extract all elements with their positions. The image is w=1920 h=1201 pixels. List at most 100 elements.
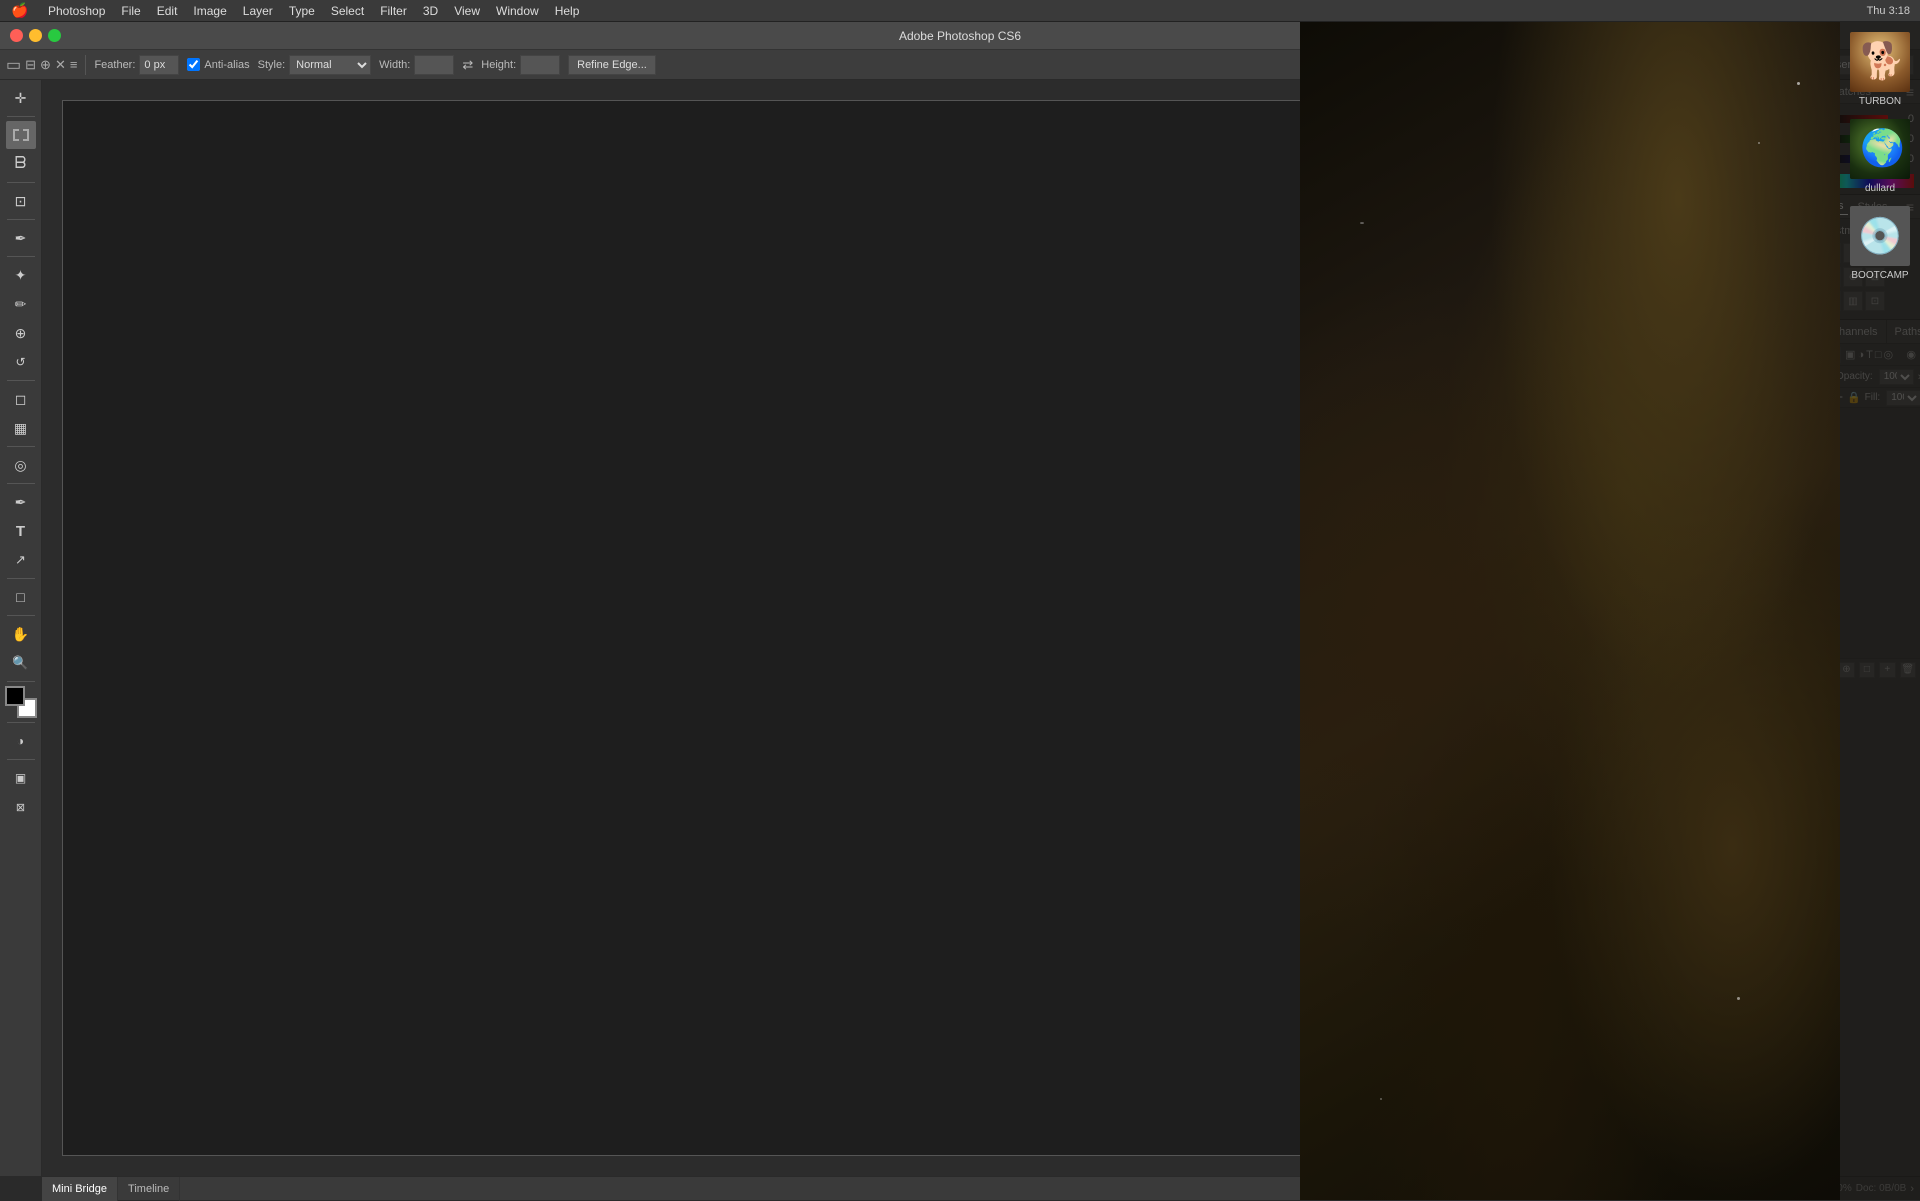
menu-photoshop[interactable]: Photoshop [40, 0, 113, 22]
dullard-image [1850, 119, 1910, 179]
tool-separator-9 [7, 615, 35, 616]
turbon-profile[interactable]: TURBON [1850, 32, 1910, 107]
height-label: Height: [481, 59, 516, 71]
tool-icon-3: ⊕ [40, 57, 51, 73]
move-icon: ✛ [15, 90, 27, 107]
move-tool[interactable]: ✛ [6, 84, 36, 112]
terrain-spot-2 [1758, 142, 1760, 144]
tool-separator-11 [7, 722, 35, 723]
mini-bridge-tab[interactable]: Mini Bridge [42, 1177, 118, 1201]
marquee-rect-tool[interactable] [6, 121, 36, 149]
bootcamp-name: BOOTCAMP [1851, 270, 1908, 281]
eraser-icon: ◻ [15, 391, 27, 408]
menu-window[interactable]: Window [488, 0, 547, 22]
timeline-tab[interactable]: Timeline [118, 1177, 180, 1201]
maximize-button[interactable] [48, 29, 61, 42]
close-button[interactable] [10, 29, 23, 42]
hand-icon: ✋ [12, 626, 29, 643]
bootcamp-profile[interactable]: BOOTCAMP [1850, 206, 1910, 281]
height-group: Height: [481, 55, 560, 75]
extra-tool-1[interactable]: ⊠ [6, 793, 36, 821]
hand-tool[interactable]: ✋ [6, 620, 36, 648]
quick-mask-icon: ◑ [17, 734, 24, 748]
window-title: Adobe Photoshop CS6 [899, 29, 1021, 43]
zoom-icon: 🔍 [12, 655, 28, 671]
eyedropper-icon: ✒ [15, 230, 27, 247]
clone-stamp-icon: ⊕ [15, 325, 27, 342]
menu-view[interactable]: View [446, 0, 488, 22]
disk-image [1850, 206, 1910, 266]
width-label: Width: [379, 59, 410, 71]
menu-edit[interactable]: Edit [149, 0, 186, 22]
satellite-imagery [1300, 22, 1840, 1200]
zoom-tool[interactable]: 🔍 [6, 649, 36, 677]
quick-mask-tool[interactable]: ◑ [6, 727, 36, 755]
apple-menu[interactable]: 🍎 [0, 2, 40, 19]
apple-icon: 🍎 [11, 2, 28, 18]
brush-tool[interactable]: ✏ [6, 290, 36, 318]
dullard-profile[interactable]: dullard [1850, 119, 1910, 194]
crop-tool[interactable]: ⊡ [6, 187, 36, 215]
marquee-rect-icon [13, 129, 29, 141]
dodge-tool[interactable]: ◎ [6, 451, 36, 479]
path-select-tool[interactable]: ↗ [6, 546, 36, 574]
refine-edge-button[interactable]: Refine Edge... [568, 55, 656, 75]
gradient-icon: ▦ [14, 420, 27, 437]
type-tool[interactable]: T [6, 517, 36, 545]
menu-image[interactable]: Image [185, 0, 234, 22]
style-group: Style: Normal Fixed Ratio Fixed Size [258, 55, 372, 75]
history-brush-tool[interactable]: ↺ [6, 348, 36, 376]
lasso-tool[interactable]: ᗷ [6, 150, 36, 178]
foreground-color[interactable] [5, 686, 25, 706]
tool-separator-10 [7, 681, 35, 682]
tool-icon-5: ≡ [70, 57, 78, 72]
separator-1 [85, 55, 86, 75]
path-select-icon: ↗ [15, 552, 26, 568]
terrain-spot-3 [1360, 222, 1364, 224]
swap-icon[interactable]: ⇄ [462, 57, 473, 73]
color-swatch-pair[interactable] [5, 686, 37, 718]
tool-separator-12 [7, 759, 35, 760]
feather-group: Feather: [94, 55, 179, 75]
menu-help[interactable]: Help [547, 0, 588, 22]
window-controls [10, 29, 61, 42]
menu-3d[interactable]: 3D [415, 0, 446, 22]
pen-icon: ✒ [15, 494, 27, 511]
tool-icon-2: ⊟ [25, 57, 36, 73]
mac-menubar: 🍎 Photoshop File Edit Image Layer Type S… [0, 0, 1920, 22]
anti-alias-checkbox[interactable] [187, 58, 200, 71]
tool-icon-4: ✕ [55, 57, 66, 73]
pen-tool[interactable]: ✒ [6, 488, 36, 516]
menu-layer[interactable]: Layer [235, 0, 281, 22]
tool-separator-3 [7, 219, 35, 220]
history-brush-icon: ↺ [15, 355, 25, 369]
sat-img-bg [1300, 22, 1840, 1200]
mac-clock: Thu 3:18 [1867, 5, 1910, 17]
height-input[interactable] [520, 55, 560, 75]
anti-alias-label: Anti-alias [204, 59, 249, 71]
rectangle-tool[interactable]: □ [6, 583, 36, 611]
clone-stamp-tool[interactable]: ⊕ [6, 319, 36, 347]
right-sidebar: TURBON dullard BOOTCAMP [1840, 22, 1920, 1200]
eyedropper-tool[interactable]: ✒ [6, 224, 36, 252]
healing-tool[interactable]: ✦ [6, 261, 36, 289]
style-select[interactable]: Normal Fixed Ratio Fixed Size [289, 55, 371, 75]
tool-separator-2 [7, 182, 35, 183]
bootcamp-image [1850, 206, 1910, 266]
menu-filter[interactable]: Filter [372, 0, 415, 22]
terrain-spot-4 [1737, 997, 1740, 1000]
width-input[interactable] [414, 55, 454, 75]
menu-select[interactable]: Select [323, 0, 372, 22]
gradient-tool[interactable]: ▦ [6, 414, 36, 442]
menu-type[interactable]: Type [281, 0, 323, 22]
dodge-icon: ◎ [14, 457, 26, 474]
crop-icon: ⊡ [15, 193, 27, 210]
minimize-button[interactable] [29, 29, 42, 42]
eraser-tool[interactable]: ◻ [6, 385, 36, 413]
feather-input[interactable] [139, 55, 179, 75]
brush-icon: ✏ [15, 296, 27, 313]
screen-mode-btn[interactable]: ▣ [6, 764, 36, 792]
dullard-name: dullard [1865, 183, 1895, 194]
menu-file[interactable]: File [113, 0, 148, 22]
healing-icon: ✦ [15, 267, 27, 284]
